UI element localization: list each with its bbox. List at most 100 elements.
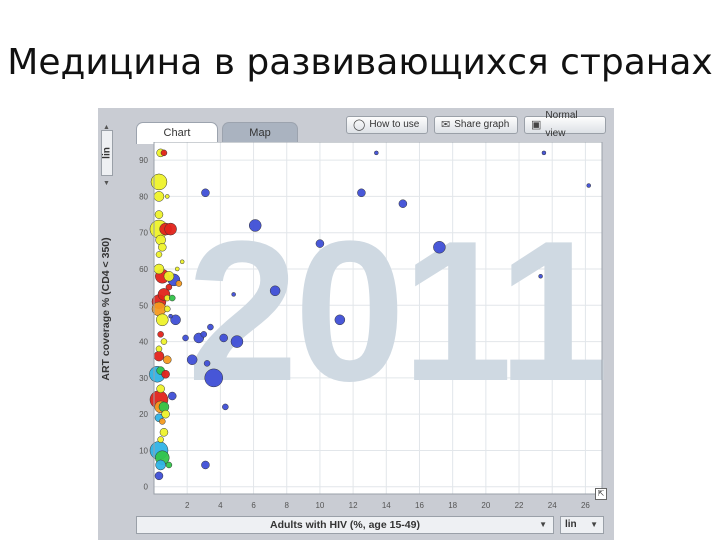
data-point — [159, 418, 166, 425]
data-point — [201, 460, 210, 470]
tab-chart[interactable]: Chart — [136, 122, 218, 144]
data-point — [538, 274, 543, 279]
data-point — [182, 334, 189, 342]
data-point — [398, 199, 408, 208]
x-scale-selector[interactable]: lin ▼ — [560, 516, 604, 534]
x-tick-label: 12 — [349, 501, 358, 510]
data-point — [203, 360, 211, 367]
data-point — [179, 259, 185, 265]
y-scale-selector[interactable]: lin — [101, 130, 113, 176]
data-point — [200, 331, 208, 338]
data-point — [155, 251, 163, 258]
x-tick-label: 14 — [382, 501, 391, 510]
x-axis-label: Adults with HIV (%, age 15-49) — [270, 519, 420, 531]
data-point — [154, 210, 164, 219]
x-axis-label-selector[interactable]: Adults with HIV (%, age 15-49) ▼ — [136, 516, 554, 534]
how-to-use-label: How to use — [369, 119, 420, 130]
x-tick-label: 6 — [251, 501, 256, 510]
tab-map[interactable]: Map — [222, 122, 298, 143]
data-point — [153, 191, 165, 202]
x-tick-label: 24 — [548, 501, 557, 510]
data-point — [153, 350, 165, 362]
data-point — [315, 239, 325, 248]
data-point — [164, 305, 171, 313]
data-point — [248, 219, 262, 232]
data-point — [161, 369, 170, 379]
data-point — [433, 240, 446, 254]
plot-area: 2011 0 10 20 30 40 50 60 70 80 90 2 4 6 8 10 12 14 16 18 20 2… — [136, 141, 609, 510]
x-axis-dropdown-icon: ▼ — [539, 520, 547, 529]
x-tick-label: 26 — [581, 501, 590, 510]
data-point — [201, 188, 210, 198]
normal-view-label: Normal view — [545, 110, 578, 139]
data-point — [168, 391, 177, 401]
data-point — [165, 283, 173, 291]
x-tick-label: 8 — [285, 501, 290, 510]
data-point — [157, 436, 164, 443]
data-point — [169, 294, 176, 302]
data-point — [165, 194, 170, 199]
data-point — [222, 403, 229, 411]
y-scale-down-arrow-icon[interactable]: ▼ — [103, 180, 110, 187]
screen-icon: ▣ — [531, 119, 542, 131]
data-point — [230, 335, 244, 348]
y-tick-label: 70 — [139, 229, 148, 238]
data-point — [165, 461, 173, 469]
data-point — [174, 266, 180, 272]
x-tick-label: 10 — [315, 501, 324, 510]
y-tick-label: 60 — [139, 265, 148, 274]
data-point — [374, 150, 379, 156]
data-point — [164, 222, 177, 236]
x-scale-label: lin — [565, 519, 577, 530]
data-point — [157, 331, 164, 338]
data-point — [153, 263, 165, 275]
data-point — [155, 345, 163, 353]
data-point — [160, 338, 168, 345]
normal-view-button[interactable]: ▣ Normal view — [524, 110, 606, 139]
y-axis-label[interactable]: ART coverage % (CD4 < 350) — [100, 199, 112, 419]
data-point — [269, 285, 281, 297]
data-point — [334, 314, 346, 326]
x-tick-label: 2 — [185, 501, 190, 510]
gapminder-widget: Chart Map ◯ How to use ✉ Share graph ▣ N… — [98, 108, 614, 540]
share-graph-button[interactable]: ✉ Share graph — [434, 116, 518, 134]
data-point — [175, 280, 183, 287]
scatter-chart: 2011 0 10 20 30 40 50 60 70 80 90 2 4 6 8 10 12 14 16 18 20 2… — [139, 141, 609, 510]
data-point — [156, 384, 165, 394]
y-tick-label: 0 — [144, 483, 149, 492]
data-point — [168, 313, 173, 319]
data-point — [163, 355, 172, 364]
y-scale-label: lin — [101, 147, 113, 159]
data-point — [586, 183, 591, 188]
y-tick-label: 20 — [139, 410, 148, 419]
envelope-icon: ✉ — [441, 119, 451, 131]
data-point — [163, 271, 175, 282]
year-watermark: 2011 — [187, 200, 604, 423]
share-graph-label: Share graph — [454, 119, 510, 130]
slide-title: Медицина в развивающихся странах — [7, 42, 713, 83]
data-point — [161, 409, 170, 419]
how-to-use-button[interactable]: ◯ How to use — [346, 116, 428, 134]
data-point — [231, 292, 236, 297]
y-tick-label: 50 — [139, 301, 148, 310]
x-tick-label: 16 — [415, 501, 424, 510]
y-tick-label: 30 — [139, 374, 148, 383]
data-point — [150, 173, 168, 191]
x-tick-label: 20 — [481, 501, 490, 510]
data-point — [357, 188, 366, 198]
data-point — [207, 323, 214, 331]
y-tick-label: 40 — [139, 338, 148, 347]
data-point — [156, 313, 169, 327]
data-point — [154, 471, 164, 481]
x-tick-label: 18 — [448, 501, 457, 510]
expand-icon[interactable]: ⇱ — [595, 488, 607, 500]
data-point — [541, 150, 547, 156]
lightbulb-icon: ◯ — [353, 119, 366, 131]
y-tick-label: 10 — [139, 446, 148, 455]
x-tick-label: 22 — [515, 501, 524, 510]
data-point — [219, 333, 228, 343]
data-point — [186, 354, 198, 365]
y-tick-label: 90 — [139, 156, 148, 165]
data-point — [155, 459, 166, 471]
y-tick-label: 80 — [139, 192, 148, 201]
